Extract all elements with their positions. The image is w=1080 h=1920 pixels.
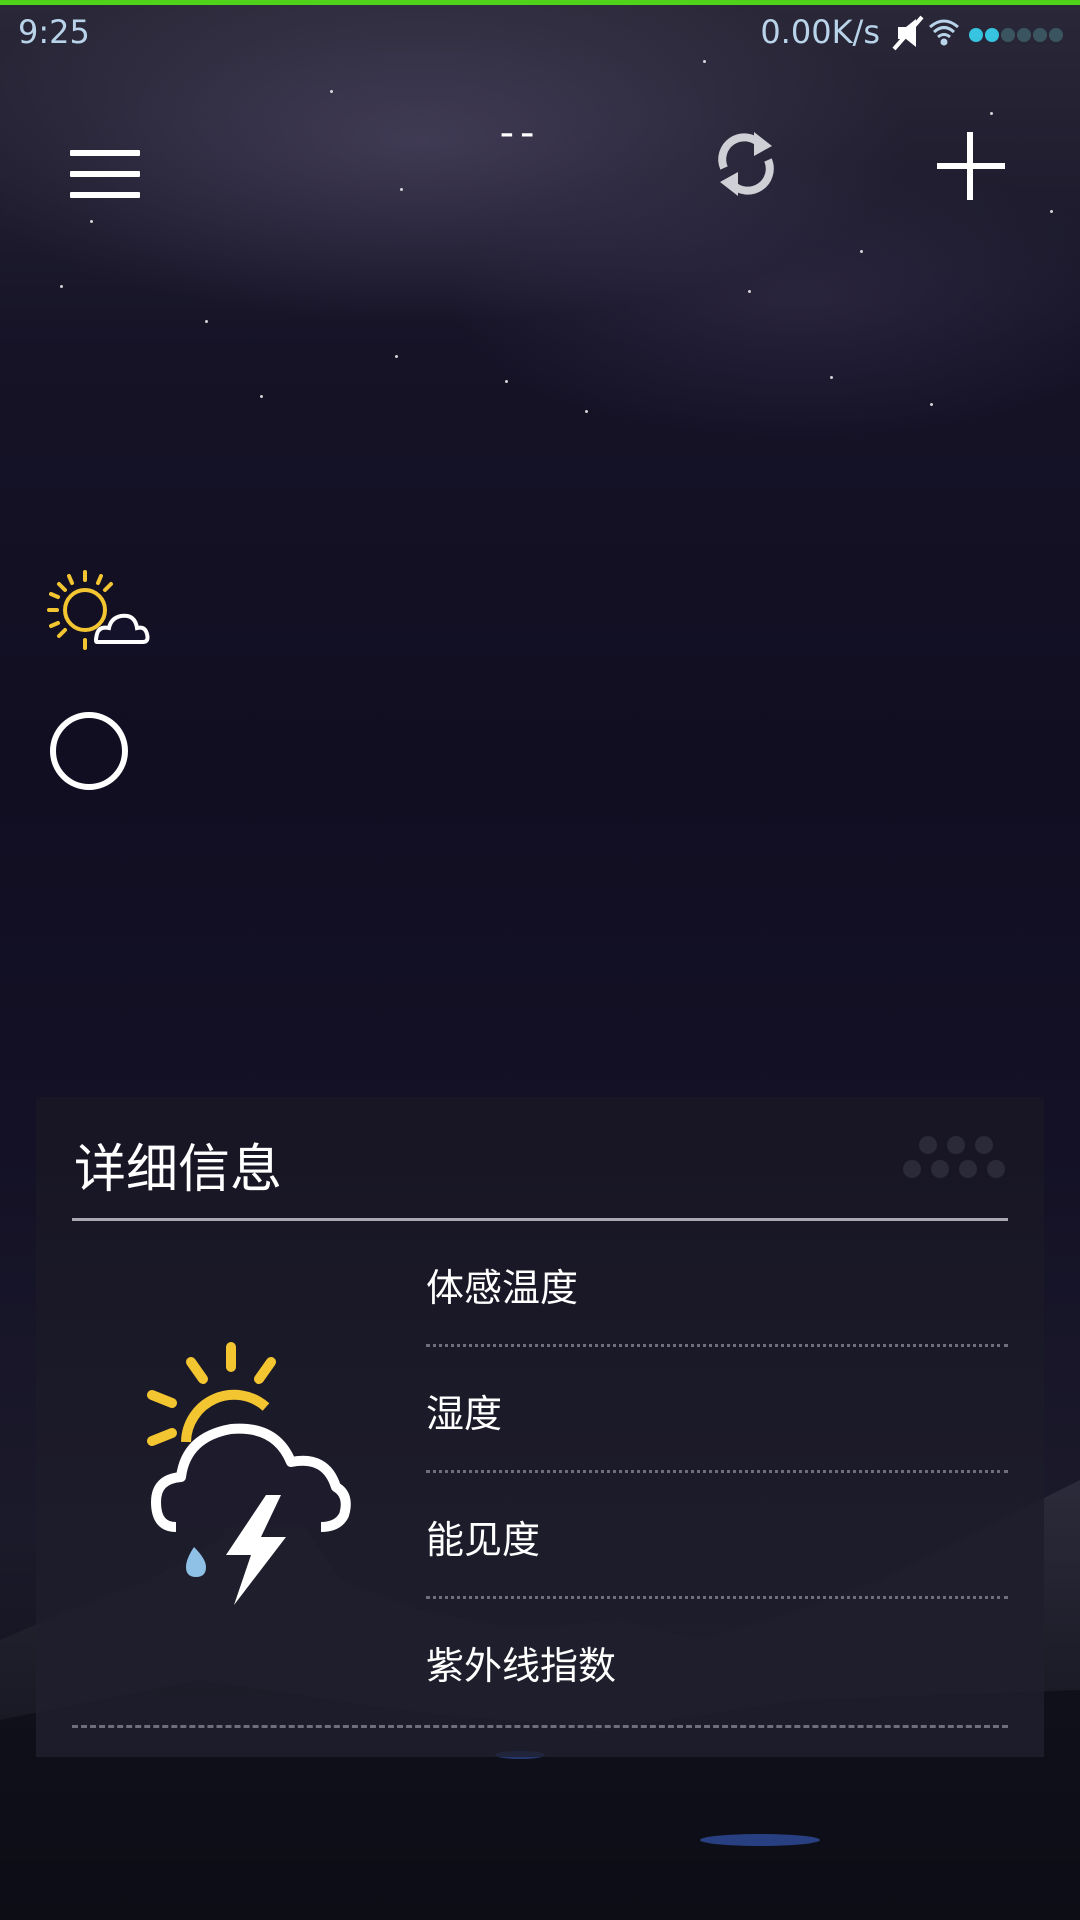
wifi-icon [929,19,959,46]
city-title[interactable]: -- [440,110,600,156]
temperature-ring-icon [50,712,128,790]
thunderstorm-sun-icon [147,1342,351,1605]
dots-decoration-icon [903,1136,1005,1178]
mute-icon [892,15,924,51]
detail-label: 湿度 [426,1392,503,1436]
top-toolbar: -- [0,110,1080,220]
network-speed: 0.00K/s [760,13,880,51]
detail-row-feels-like[interactable]: 体感温度 [426,1221,1008,1347]
refresh-icon[interactable] [710,128,782,200]
detail-row-uv-index[interactable]: 紫外线指数 [426,1599,1008,1709]
detail-label: 体感温度 [426,1266,579,1310]
detail-label: 能见度 [426,1518,541,1562]
status-bar: 9:25 0.00K/s [0,5,1080,61]
status-time: 9:25 [18,13,90,51]
detail-row-humidity[interactable]: 湿度 [426,1347,1008,1473]
partly-cloudy-icon [47,570,150,650]
detail-label: 紫外线指数 [426,1644,617,1688]
status-icons [892,15,1063,51]
weather-screen: 9:25 0.00K/s -- 详细信息 体感温度 湿度 能见度 紫外线指数 [0,0,1080,1920]
add-icon[interactable] [935,130,1007,202]
menu-button[interactable] [70,130,140,198]
details-title: 详细信息 [74,1140,283,1200]
detail-row-visibility[interactable]: 能见度 [426,1473,1008,1599]
signal-icon [969,28,1063,42]
details-card: 详细信息 体感温度 湿度 能见度 紫外线指数 [36,1097,1044,1757]
bottom-divider [72,1725,1008,1728]
